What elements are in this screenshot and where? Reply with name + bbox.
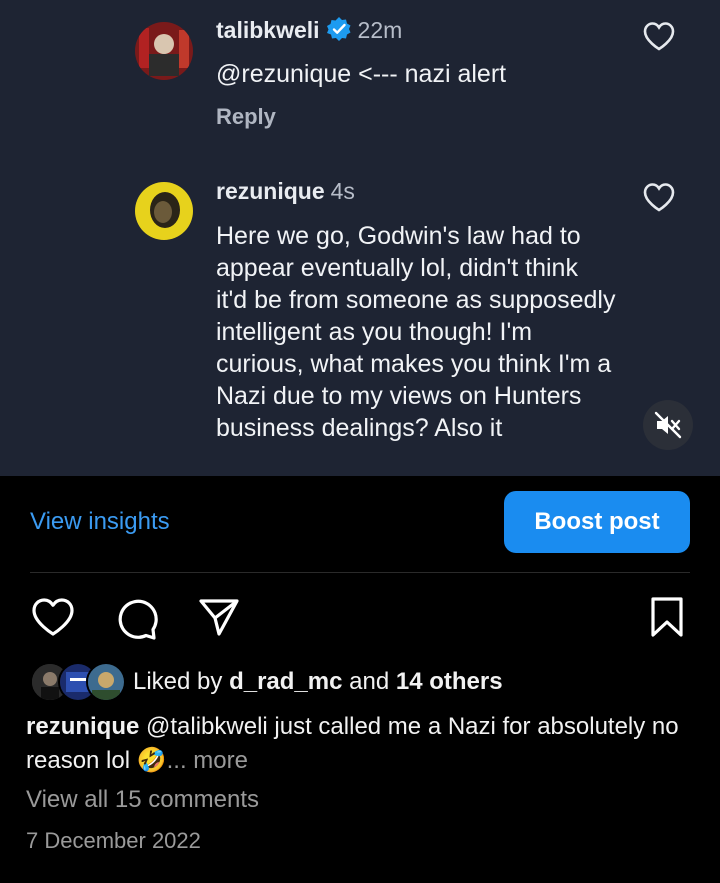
share-icon[interactable] <box>197 596 241 643</box>
comment-username[interactable]: rezunique 4s <box>216 178 355 205</box>
liked-by-user[interactable]: d_rad_mc <box>229 668 342 695</box>
boost-post-button[interactable]: Boost post <box>504 491 690 553</box>
view-all-comments-link[interactable]: View all 15 comments <box>26 786 259 814</box>
avatar[interactable] <box>135 182 193 240</box>
mute-icon[interactable] <box>643 400 693 450</box>
bookmark-icon[interactable] <box>648 596 686 643</box>
caption-username[interactable]: rezunique <box>26 713 139 740</box>
comment-text: Here we go, Godwin's law had to appear e… <box>216 222 616 442</box>
avatar <box>86 662 126 702</box>
comment-username[interactable]: talibkweli 22m <box>216 16 402 48</box>
comment-icon[interactable] <box>113 596 159 645</box>
comment-like-icon[interactable] <box>642 181 676 213</box>
verified-badge-icon <box>326 16 352 48</box>
post-caption: rezunique @talibkweli just called me a N… <box>26 710 694 778</box>
post-media[interactable]: talibkweli 22m @rezunique <--- nazi alert… <box>0 0 720 476</box>
comment-text: @rezunique <--- nazi alert <box>216 60 507 88</box>
caption-more-link[interactable]: ... more <box>167 747 248 774</box>
post-date: 7 December 2022 <box>26 828 201 853</box>
liked-by-text: Liked by d_rad_mc and 14 others <box>133 668 503 695</box>
comment-time: 22m <box>357 17 403 43</box>
liked-by-others[interactable]: 14 others <box>396 668 503 695</box>
comment-like-icon[interactable] <box>642 20 676 52</box>
reply-button[interactable]: Reply <box>216 104 276 130</box>
like-icon[interactable] <box>30 596 76 643</box>
emoji-rofl: 🤣 <box>136 747 167 774</box>
view-insights-link[interactable]: View insights <box>30 508 170 536</box>
avatar[interactable] <box>135 22 193 80</box>
likes-summary[interactable]: Liked by d_rad_mc and 14 others <box>30 662 690 702</box>
divider <box>30 572 690 573</box>
comment-time: 4s <box>330 178 355 204</box>
